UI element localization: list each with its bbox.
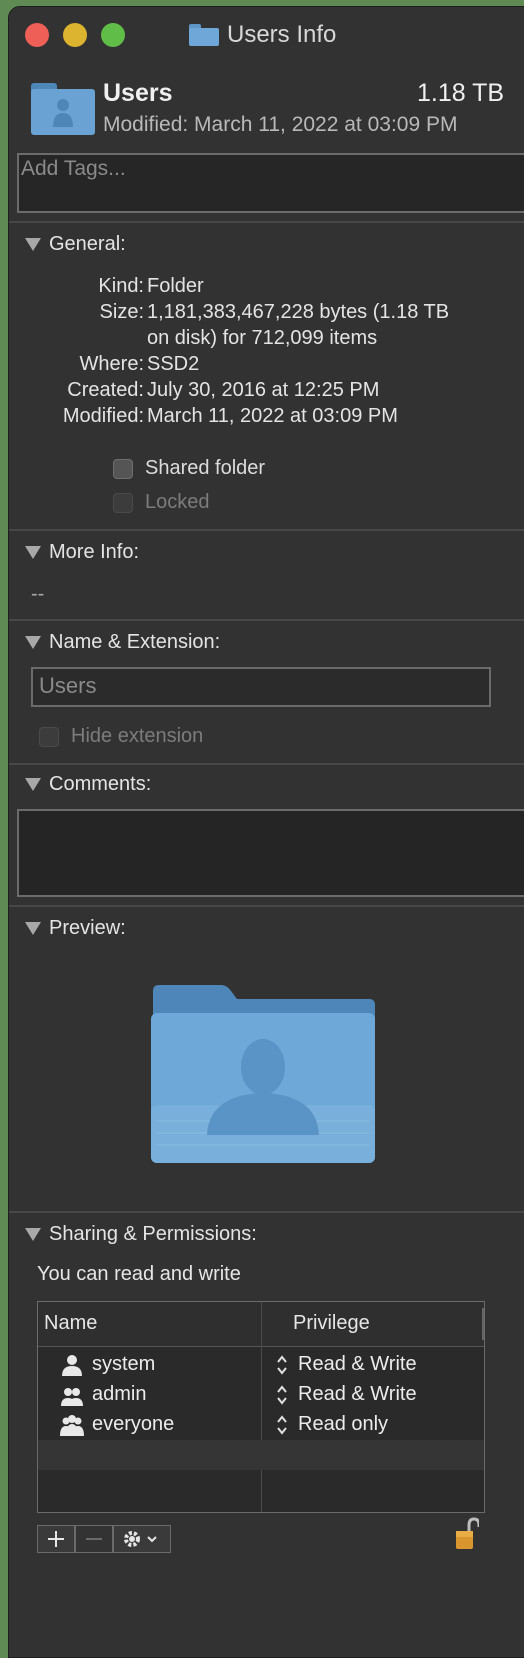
chevron-up-down-icon[interactable] (276, 1355, 288, 1375)
minus-icon (86, 1538, 102, 1540)
gear-icon (124, 1531, 157, 1547)
created-value: July 30, 2016 at 12:25 PM (147, 379, 380, 401)
where-row: Where: SSD2 (9, 351, 524, 377)
kind-value: Folder (147, 275, 204, 297)
divider (9, 529, 524, 531)
section-comments-label: Comments: (49, 773, 152, 795)
disclosure-triangle-icon (25, 636, 41, 649)
name-field[interactable]: Users (31, 667, 491, 707)
close-button[interactable] (25, 23, 49, 47)
users-folder-icon (31, 83, 95, 135)
disclosure-triangle-icon (25, 922, 41, 935)
where-value: SSD2 (147, 353, 200, 375)
size-row: Size: 1,181,383,467,228 bytes (1.18 TB o… (9, 299, 524, 351)
action-menu-button[interactable] (113, 1525, 171, 1553)
single-user-icon (62, 1355, 82, 1376)
table-row[interactable]: system Read & Write (38, 1350, 484, 1380)
size-label: Size: (99, 301, 144, 323)
plus-icon (48, 1531, 64, 1547)
window-title: Users Info (189, 21, 336, 49)
row-privilege-select[interactable]: Read & Write (298, 1353, 417, 1376)
kind-label: Kind: (98, 275, 144, 297)
tags-field-container (17, 153, 524, 213)
shared-folder-checkbox[interactable]: Shared folder (113, 457, 265, 480)
row-name: admin (92, 1383, 147, 1405)
chevron-up-down-icon[interactable] (276, 1415, 288, 1435)
created-row: Created: July 30, 2016 at 12:25 PM (9, 377, 524, 403)
divider (9, 1211, 524, 1213)
where-label: Where: (79, 353, 144, 375)
locked-label: Locked (145, 491, 210, 513)
disclosure-triangle-icon (25, 778, 41, 791)
section-comments-toggle[interactable]: Comments: (25, 773, 151, 796)
shared-folder-label: Shared folder (145, 457, 266, 479)
section-sharing-toggle[interactable]: Sharing & Permissions: (25, 1223, 257, 1246)
row-privilege-select[interactable]: Read only (298, 1413, 388, 1436)
disclosure-triangle-icon (25, 1228, 41, 1241)
divider (9, 905, 524, 907)
folder-icon (189, 24, 219, 46)
row-privilege-select[interactable]: Read & Write (298, 1383, 417, 1406)
section-name-extension-toggle[interactable]: Name & Extension: (25, 631, 220, 654)
size-value-line1: 1,181,383,467,228 bytes (1.18 TB (147, 301, 450, 323)
folder-preview-image (151, 985, 375, 1163)
modified-value: March 11, 2022 at 03:09 PM (147, 405, 398, 427)
kind-row: Kind: Folder (9, 273, 524, 299)
column-header-name[interactable]: Name (44, 1312, 97, 1335)
section-sharing-label: Sharing & Permissions: (49, 1223, 257, 1245)
add-user-button[interactable] (37, 1525, 75, 1553)
section-preview-toggle[interactable]: Preview: (25, 917, 126, 940)
empty-row (38, 1470, 484, 1500)
table-row[interactable]: everyone Read only (38, 1410, 484, 1440)
unlocked-padlock-icon[interactable] (455, 1517, 479, 1551)
zoom-button[interactable] (101, 23, 125, 47)
everyone-icon (60, 1415, 84, 1436)
section-general-toggle[interactable]: General: (25, 233, 126, 256)
disclosure-triangle-icon (25, 238, 41, 251)
row-name: system (92, 1353, 156, 1375)
permissions-table: Name Privilege system Read & Write admin… (37, 1301, 485, 1513)
section-more-info-toggle[interactable]: More Info: (25, 541, 139, 564)
item-name: Users (103, 79, 173, 107)
divider (9, 763, 524, 765)
section-preview-label: Preview: (49, 917, 126, 939)
divider (9, 619, 524, 621)
section-name-extension-label: Name & Extension: (49, 631, 221, 653)
empty-row (38, 1440, 484, 1470)
item-modified: Modified: March 11, 2022 at 03:09 PM (103, 113, 458, 136)
modified-row: Modified: March 11, 2022 at 03:09 PM (9, 403, 524, 429)
created-label: Created: (67, 379, 144, 401)
permission-status: You can read and write (37, 1263, 241, 1285)
chevron-up-down-icon[interactable] (276, 1385, 288, 1405)
modified-label: Modified: (62, 405, 144, 427)
more-info-value: -- (31, 583, 45, 605)
hide-extension-checkbox[interactable]: Hide extension (39, 725, 203, 748)
locked-checkbox[interactable]: Locked (113, 491, 210, 514)
size-value-line2: on disk) for 712,099 items (147, 327, 378, 349)
section-more-info-label: More Info: (49, 541, 140, 563)
window-title-text: Users Info (227, 21, 337, 48)
column-header-privilege[interactable]: Privilege (293, 1312, 370, 1335)
checkbox-box[interactable] (113, 492, 133, 513)
section-general-label: General: (49, 233, 126, 255)
hide-extension-label: Hide extension (71, 725, 204, 747)
title-bar[interactable]: Users Info (9, 7, 524, 61)
checkbox-box[interactable] (39, 726, 59, 747)
row-name: everyone (92, 1413, 175, 1435)
group-icon (61, 1388, 83, 1406)
item-size: 1.18 TB (417, 79, 505, 107)
tags-input[interactable] (19, 155, 524, 183)
info-window: Users Info Users 1.18 TB Modified: March… (8, 6, 524, 1658)
checkbox-box[interactable] (113, 458, 133, 479)
comments-textarea[interactable] (17, 809, 524, 897)
divider (9, 221, 524, 223)
minimize-button[interactable] (63, 23, 87, 47)
remove-user-button[interactable] (75, 1525, 113, 1553)
disclosure-triangle-icon (25, 546, 41, 559)
table-row[interactable]: admin Read & Write (38, 1380, 484, 1410)
permissions-toolbar (37, 1525, 171, 1555)
